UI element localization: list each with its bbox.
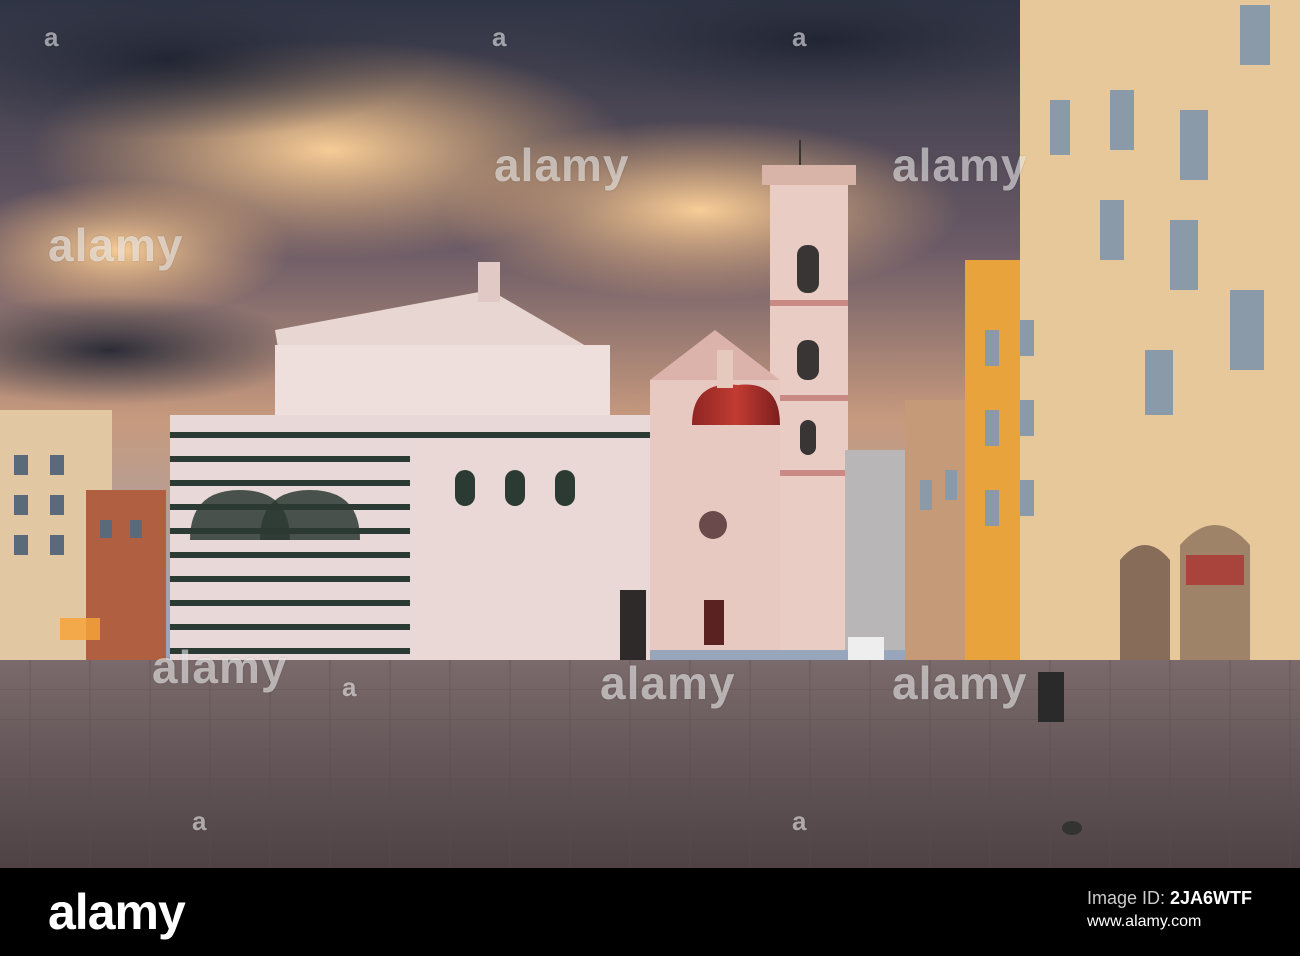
shop-light bbox=[60, 618, 100, 640]
alamy-logo[interactable]: alamy bbox=[48, 880, 186, 944]
parked-van bbox=[848, 637, 884, 663]
campanile-band bbox=[770, 470, 848, 476]
pigeon bbox=[1062, 821, 1082, 835]
trash-bin bbox=[1038, 672, 1064, 722]
baptistery-attic bbox=[275, 345, 610, 415]
footer-info: Image ID: 2JA6WTF www.alamy.com bbox=[1087, 886, 1252, 934]
campanile-band bbox=[770, 300, 848, 306]
rose-window bbox=[699, 511, 727, 539]
cathedral-door bbox=[704, 600, 724, 645]
campanile-band bbox=[770, 395, 848, 401]
image-id: 2JA6WTF bbox=[1169, 888, 1252, 908]
campanile bbox=[770, 170, 848, 650]
photo bbox=[0, 0, 1300, 868]
baptistery-lantern bbox=[478, 262, 500, 302]
site-link[interactable]: www.alamy.com bbox=[1087, 910, 1252, 934]
sky-glow bbox=[440, 120, 960, 300]
campanile-top bbox=[762, 165, 856, 185]
baptistery-side bbox=[410, 440, 650, 665]
right-building-brown bbox=[905, 400, 975, 670]
image-id-label: Image ID: bbox=[1086, 888, 1170, 908]
pavement-texture bbox=[0, 660, 1300, 868]
dome-lantern bbox=[717, 350, 733, 388]
grey-scaffold bbox=[845, 450, 915, 650]
scene-illustration bbox=[0, 0, 1300, 868]
image-id-row: Image ID: 2JA6WTF bbox=[1087, 886, 1252, 910]
baptistery-door bbox=[620, 590, 646, 662]
footer-bar: alamy Image ID: 2JA6WTF www.alamy.com bbox=[0, 868, 1300, 956]
